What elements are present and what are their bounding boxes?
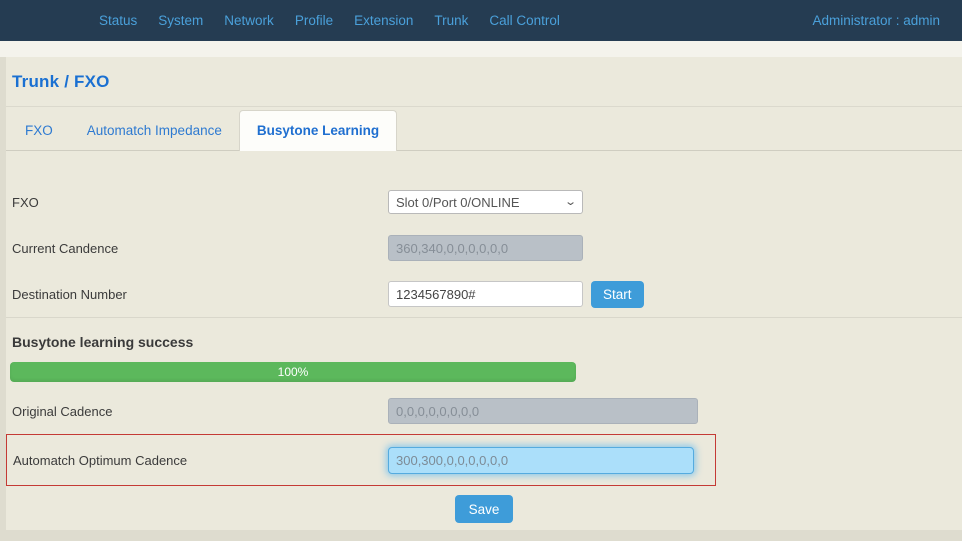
learning-progress-bar: 100% (10, 362, 576, 382)
header-gap (0, 41, 962, 57)
save-button[interactable]: Save (454, 495, 514, 523)
nav-item-trunk[interactable]: Trunk (434, 13, 468, 28)
top-navbar: Status System Network Profile Extension … (0, 0, 962, 41)
original-cadence-label: Original Cadence (12, 403, 113, 419)
fxo-label: FXO (12, 194, 39, 210)
tab-busytone-learning[interactable]: Busytone Learning (238, 110, 398, 151)
current-cadence-row: Current Candence (6, 225, 962, 271)
tab-automatch-impedance[interactable]: Automatch Impedance (70, 111, 239, 150)
progress-percent-label: 100% (277, 365, 309, 379)
current-cadence-field (388, 235, 583, 261)
automatch-optimum-cadence-label: Automatch Optimum Cadence (13, 452, 188, 468)
nav-item-extension[interactable]: Extension (354, 13, 413, 28)
chevron-down-icon: ⌄ (563, 195, 577, 208)
nav-item-profile[interactable]: Profile (295, 13, 333, 28)
nav-item-call-control[interactable]: Call Control (489, 13, 560, 28)
logged-in-user-label: Administrator : admin (812, 13, 940, 28)
start-button[interactable]: Start (591, 280, 644, 308)
fxo-port-selected-value: Slot 0/Port 0/ONLINE (396, 194, 520, 210)
destination-number-row: Destination Number Start (6, 271, 962, 317)
content-panel: Trunk / FXO FXO Automatch Impedance Busy… (6, 57, 962, 530)
nav-item-system[interactable]: System (158, 13, 203, 28)
automatch-attention-box: Automatch Optimum Cadence (6, 434, 716, 486)
original-cadence-field (388, 398, 698, 424)
destination-number-field[interactable] (388, 281, 583, 307)
fxo-port-select[interactable]: Slot 0/Port 0/ONLINE ⌄ (388, 190, 583, 214)
title-bar: Trunk / FXO (6, 57, 962, 107)
tab-bar: FXO Automatch Impedance Busytone Learnin… (6, 107, 962, 151)
learning-result-heading: Busytone learning success (12, 334, 194, 350)
automatch-optimum-cadence-row: Automatch Optimum Cadence (7, 435, 715, 485)
nav-item-network[interactable]: Network (224, 13, 274, 28)
page-title: Trunk / FXO (12, 71, 110, 91)
automatch-optimum-cadence-field[interactable] (388, 446, 694, 474)
nav-menu: Status System Network Profile Extension … (0, 13, 560, 28)
nav-item-status[interactable]: Status (99, 13, 137, 28)
tab-fxo[interactable]: FXO (8, 111, 70, 150)
destination-number-label: Destination Number (12, 286, 127, 302)
original-cadence-row: Original Cadence (6, 388, 962, 434)
learning-form: FXO Slot 0/Port 0/ONLINE ⌄ Current Cande… (6, 151, 962, 318)
fxo-row: FXO Slot 0/Port 0/ONLINE ⌄ (6, 179, 962, 225)
current-cadence-label: Current Candence (12, 240, 119, 256)
